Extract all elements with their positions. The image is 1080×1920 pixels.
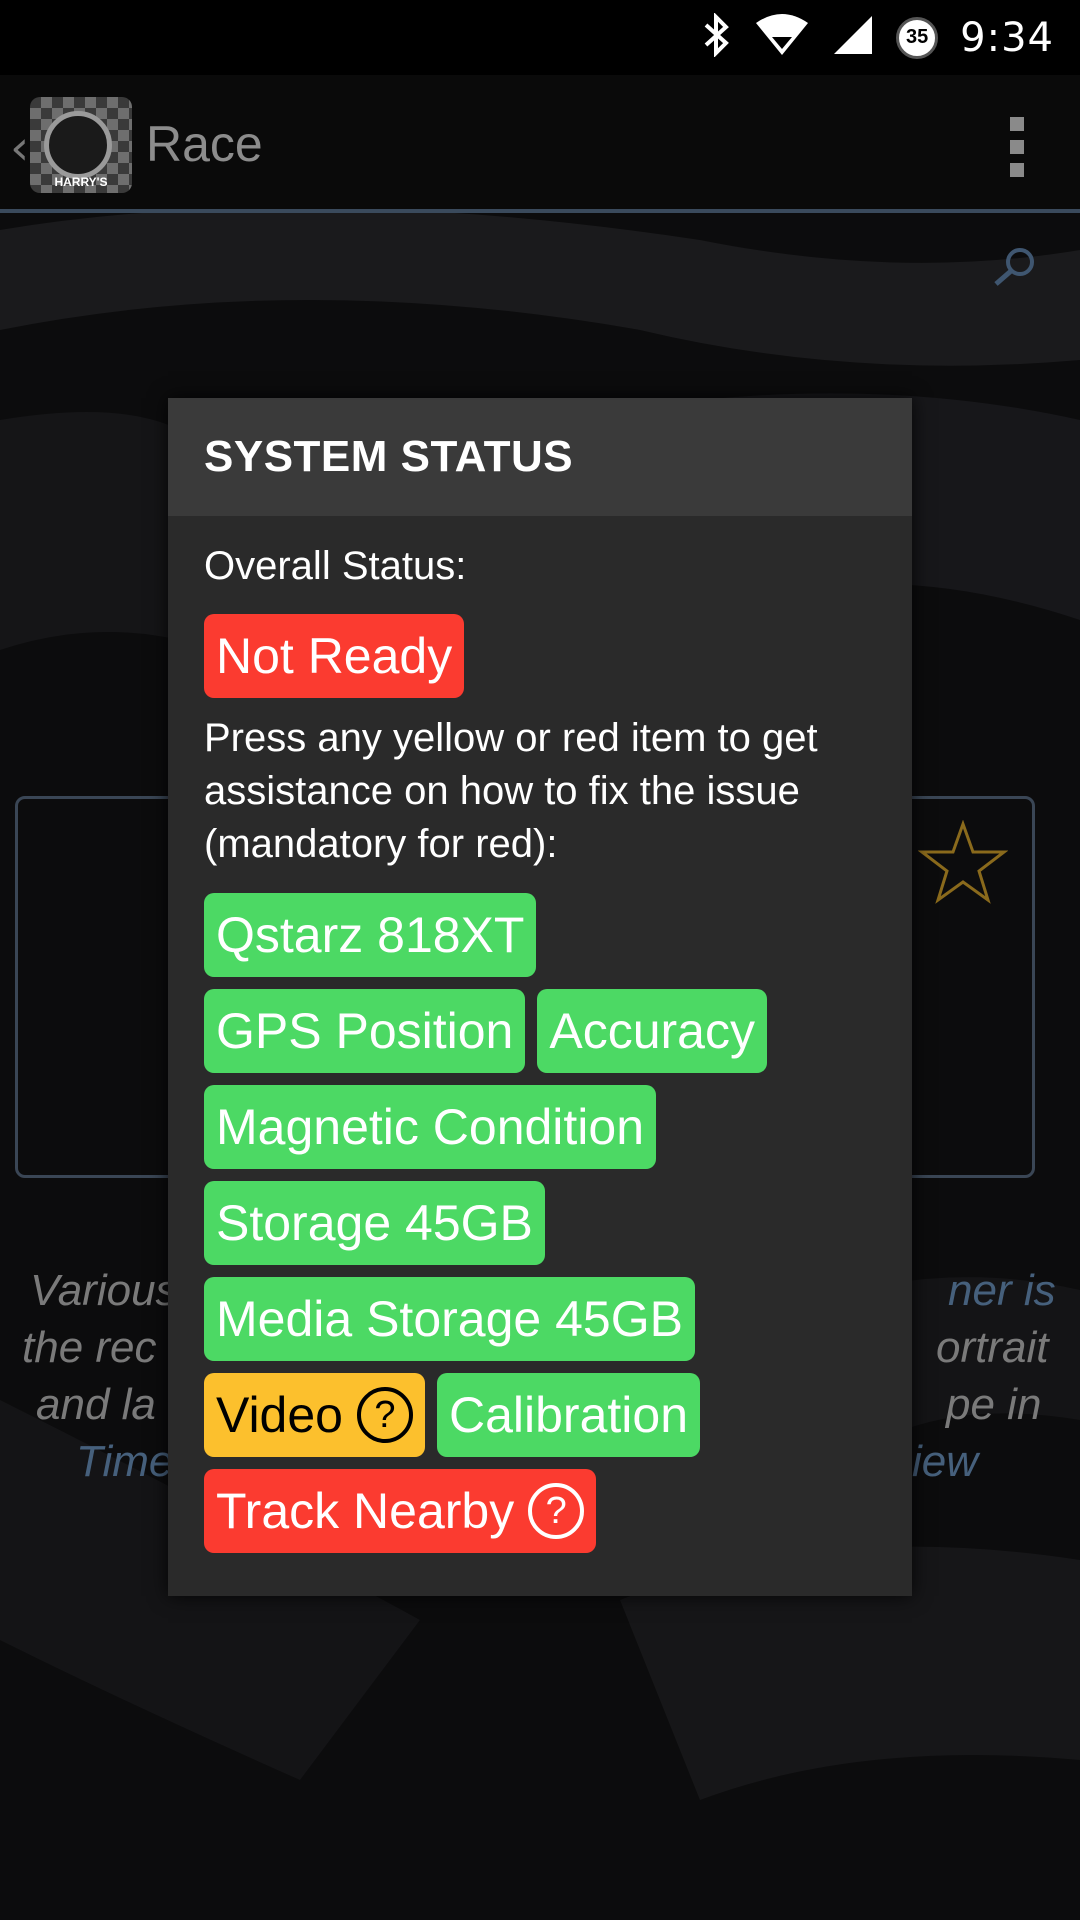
signal-icon [832,14,874,61]
bg-text-line: Time [76,1437,174,1486]
overall-status-label: Overall Status: [204,544,467,588]
search-icon[interactable] [990,246,1040,288]
bg-text-line: pe in [946,1380,1042,1429]
bluetooth-icon [702,12,732,62]
status-item-accuracy[interactable]: Accuracy [537,989,767,1073]
status-item-video-label: Video [216,1387,343,1443]
stopwatch-icon [44,111,112,179]
bg-text-line: and la [36,1380,156,1429]
logo-text: HARRY'S [54,175,108,189]
bg-text-line: ortrait [936,1323,1049,1372]
notification-badge: 35 [896,16,939,59]
clock: 9:34 [960,14,1054,61]
back-chevron-icon[interactable]: ‹ [10,120,29,176]
help-icon: ? [528,1483,585,1539]
status-item-storage[interactable]: Storage 45GB [204,1181,545,1265]
dialog-body: Overall Status: Not Ready Press any yell… [168,516,912,1553]
bg-text-line: Various [30,1266,178,1315]
bg-text-line: ner is [948,1266,1056,1315]
help-icon: ? [356,1387,413,1443]
page-title: Race [146,116,263,172]
app-logo[interactable]: HARRY'S [30,97,132,193]
dialog-title: SYSTEM STATUS [204,432,574,481]
status-item-track-nearby-label: Track Nearby [216,1483,515,1539]
status-bar: 35 9:34 [0,0,1080,75]
dialog-description: Press any yellow or red item to get assi… [204,716,818,866]
wifi-icon [754,13,810,62]
overflow-menu-icon[interactable] [1010,117,1024,186]
status-item-track-nearby[interactable]: Track Nearby ? [204,1469,597,1553]
status-item-qstarz[interactable]: Qstarz 818XT [204,893,537,977]
dialog-header: SYSTEM STATUS [168,398,912,516]
status-item-media-storage[interactable]: Media Storage 45GB [204,1277,695,1361]
overall-status-badge: Not Ready [204,614,465,698]
app-bar: ‹ HARRY'S Race [0,75,1080,213]
bg-text-line: the rec [22,1323,157,1372]
status-item-video[interactable]: Video ? [204,1373,425,1457]
star-icon[interactable] [918,820,1008,906]
status-item-gps-position[interactable]: GPS Position [204,989,526,1073]
status-item-magnetic-condition[interactable]: Magnetic Condition [204,1085,657,1169]
status-item-calibration[interactable]: Calibration [436,1373,700,1457]
bg-text-line: iew [912,1437,979,1486]
system-status-dialog: SYSTEM STATUS Overall Status: Not Ready … [168,398,912,1596]
